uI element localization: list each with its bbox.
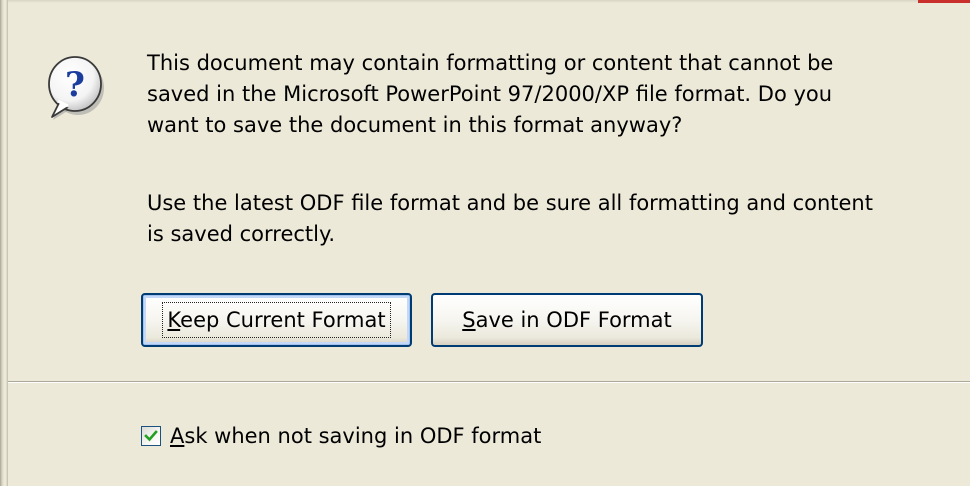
ask-label-text: sk when not saving in ODF format [184, 424, 542, 448]
save-button-text: Save in ODF Format [462, 308, 672, 332]
message-line-2: saved in the Microsoft PowerPoint 97/200… [147, 82, 833, 106]
window-corner-accent [918, 0, 970, 3]
ask-checkbox[interactable] [141, 426, 161, 446]
separator [8, 381, 970, 383]
odf-line-1: Use the latest ODF file format and be su… [147, 191, 873, 215]
message-line-1: This document may contain formatting or … [147, 51, 834, 75]
window-left-border [0, 0, 8, 486]
keep-access-key: K [167, 308, 181, 332]
keep-current-format-button[interactable]: Keep Current Format [141, 293, 412, 347]
save-format-dialog: ? This document may contain formatting o… [0, 0, 970, 486]
keep-button-label: eep Current Format [180, 308, 386, 332]
odf-recommendation: Use the latest ODF file format and be su… [147, 188, 947, 250]
ask-checkbox-label[interactable]: Ask when not saving in ODF format [170, 424, 541, 448]
warning-message: This document may contain formatting or … [147, 48, 947, 141]
save-button-label: ave in ODF Format [475, 308, 672, 332]
save-in-odf-format-button[interactable]: Save in ODF Format [431, 293, 703, 347]
focus-rectangle: Keep Current Format [162, 302, 391, 338]
checkmark-icon [144, 430, 158, 442]
odf-line-2: is saved correctly. [147, 222, 336, 246]
window-top-edge [8, 0, 970, 3]
save-access-key: S [462, 308, 476, 332]
svg-text:?: ? [65, 65, 85, 105]
ask-when-not-saving-odf-option[interactable]: Ask when not saving in ODF format [141, 421, 541, 451]
question-icon: ? [47, 54, 107, 124]
message-line-3: want to save the document in this format… [147, 113, 683, 137]
ask-access-key: A [170, 424, 185, 448]
